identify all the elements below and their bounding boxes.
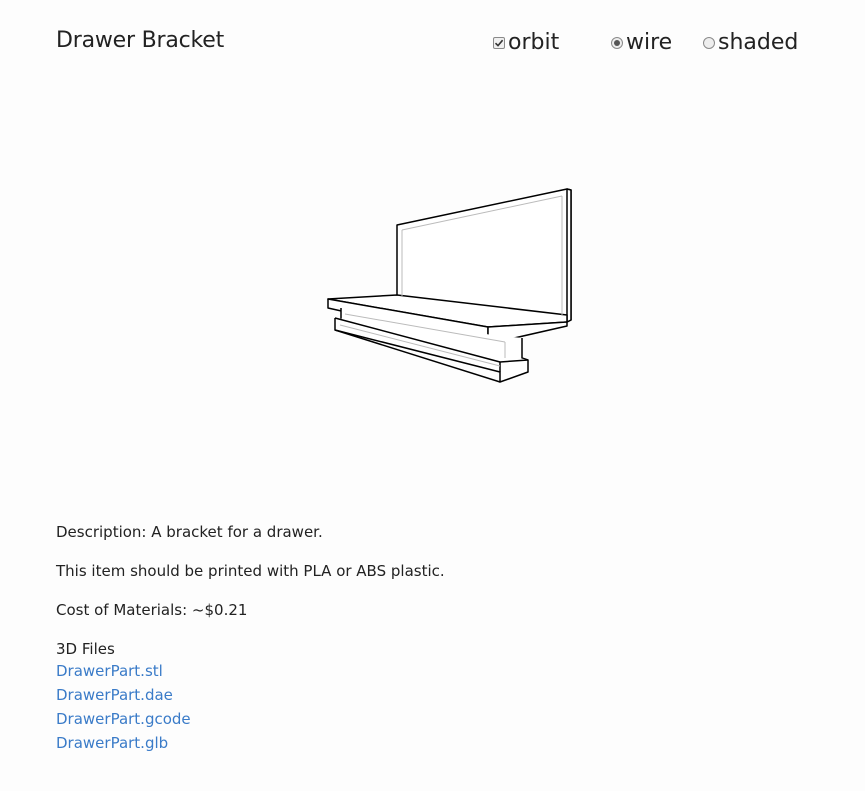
file-link-dae[interactable]: DrawerPart.dae (56, 683, 445, 707)
orbit-checkbox[interactable] (493, 37, 505, 49)
item-details: Description: A bracket for a drawer. Thi… (56, 522, 445, 755)
file-link-stl[interactable]: DrawerPart.stl (56, 659, 445, 683)
cost-text: Cost of Materials: ~$0.21 (56, 601, 248, 619)
orbit-toggle[interactable]: orbit (493, 28, 559, 56)
model-viewer[interactable] (300, 170, 600, 410)
checkmark-icon (494, 39, 504, 47)
files-heading: 3D Files (56, 640, 115, 658)
file-link-gcode[interactable]: DrawerPart.gcode (56, 707, 445, 731)
radio-selected-dot (614, 40, 620, 46)
file-link-glb[interactable]: DrawerPart.glb (56, 731, 445, 755)
wire-label: wire (626, 29, 673, 55)
shaded-label: shaded (718, 29, 799, 55)
wire-radio[interactable] (611, 37, 623, 49)
wire-radio-option[interactable]: wire (611, 28, 672, 56)
bracket-wireframe-model[interactable] (300, 170, 600, 410)
shaded-radio-option[interactable]: shaded (703, 28, 798, 56)
orbit-label: orbit (508, 29, 560, 55)
shaded-radio[interactable] (703, 37, 715, 49)
material-text: This item should be printed with PLA or … (56, 562, 445, 580)
viewer-controls: orbit wire shaded (0, 28, 865, 58)
description-text: Description: A bracket for a drawer. (56, 523, 323, 541)
